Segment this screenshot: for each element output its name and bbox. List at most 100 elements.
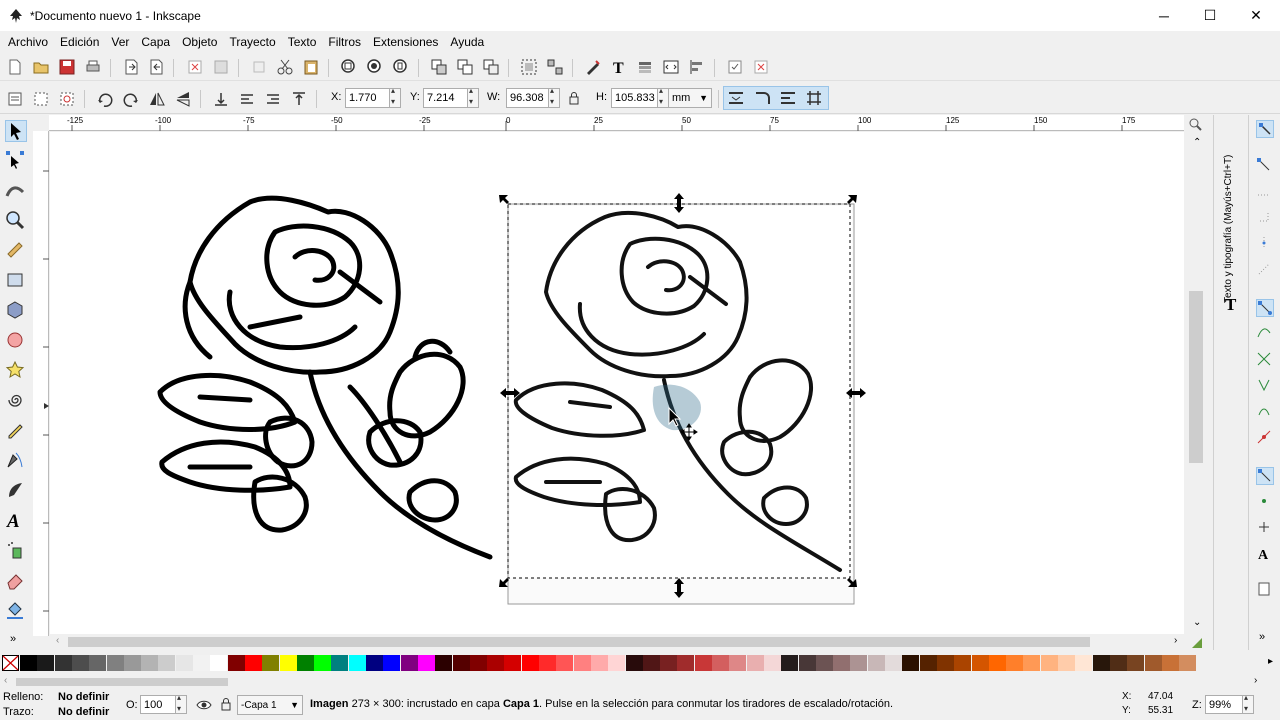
snap-object-center-button[interactable] xyxy=(1256,493,1274,511)
unlink-clone-icon[interactable] xyxy=(482,58,500,76)
lower-to-bottom-icon[interactable] xyxy=(212,90,230,108)
horizontal-scrollbar[interactable]: ‹ › xyxy=(50,634,1186,650)
lower-icon[interactable] xyxy=(238,90,256,108)
menu-filtros[interactable]: Filtros xyxy=(322,31,367,53)
color-swatch[interactable] xyxy=(1058,655,1075,671)
color-swatch[interactable] xyxy=(1023,655,1041,671)
vertical-scrollbar[interactable]: ⌃ ⌄ xyxy=(1186,131,1210,636)
cut-icon[interactable] xyxy=(276,58,294,76)
color-swatch[interactable] xyxy=(435,655,453,671)
snap-bbox-mid-button[interactable] xyxy=(1256,235,1274,253)
minimize-button[interactable]: ─ xyxy=(1141,0,1187,31)
text-font-panel-tab[interactable]: Texto y tipografía (Mayús+Ctrl+T) xyxy=(1223,123,1239,303)
color-swatch[interactable] xyxy=(20,655,37,671)
color-swatch[interactable] xyxy=(54,655,72,671)
color-swatch[interactable] xyxy=(210,655,228,671)
xml-editor-icon[interactable] xyxy=(662,58,680,76)
resize-grip-icon[interactable] xyxy=(1190,636,1204,650)
spray-tool[interactable] xyxy=(5,540,27,562)
snap-others-button[interactable] xyxy=(1256,467,1274,485)
color-swatch[interactable] xyxy=(487,655,505,671)
3d-box-tool[interactable] xyxy=(5,300,27,322)
palette-scrollbar[interactable]: ‹ › xyxy=(0,675,1280,689)
document-properties-icon[interactable] xyxy=(726,58,744,76)
stroke-value[interactable]: No definir xyxy=(58,706,109,718)
color-swatch[interactable] xyxy=(331,655,349,671)
color-swatch[interactable] xyxy=(694,655,712,671)
color-swatch[interactable] xyxy=(850,655,868,671)
color-swatch[interactable] xyxy=(902,655,920,671)
raise-icon[interactable] xyxy=(264,90,282,108)
scroll-thumb[interactable] xyxy=(1189,291,1203,463)
move-patterns-icon[interactable] xyxy=(805,89,823,107)
palette-scroll-right-icon[interactable]: › xyxy=(1254,675,1257,686)
snap-text-baseline-button[interactable]: A xyxy=(1256,545,1274,563)
color-swatch[interactable] xyxy=(971,655,989,671)
layer-lock-icon[interactable] xyxy=(220,697,232,711)
drawing-canvas[interactable] xyxy=(50,132,1184,634)
open-folder-icon[interactable] xyxy=(32,58,50,76)
no-paint-swatch[interactable] xyxy=(2,655,19,671)
snap-bbox-center-button[interactable] xyxy=(1256,261,1274,279)
unit-select[interactable]: mm ▼ xyxy=(668,88,712,108)
fill-value[interactable]: No definir xyxy=(58,691,109,703)
paste-icon[interactable] xyxy=(302,58,320,76)
redo-icon[interactable] xyxy=(212,58,230,76)
zoom-drawing-icon[interactable] xyxy=(366,58,384,76)
color-swatch[interactable] xyxy=(314,655,332,671)
color-swatch[interactable] xyxy=(141,655,159,671)
palette-scroll-thumb[interactable] xyxy=(16,678,228,686)
palette-scroll-left-icon[interactable]: ‹ xyxy=(4,675,7,686)
snap-nodes-button[interactable] xyxy=(1256,299,1274,317)
color-swatch[interactable] xyxy=(279,655,297,671)
color-swatch[interactable] xyxy=(608,655,626,671)
color-swatch[interactable] xyxy=(539,655,556,671)
color-swatch[interactable] xyxy=(193,655,210,671)
ungroup-icon[interactable] xyxy=(546,58,564,76)
snap-midpoints-button[interactable] xyxy=(1256,429,1274,447)
width-input[interactable]: 96.308 xyxy=(506,88,549,108)
color-swatch[interactable] xyxy=(244,655,262,671)
menu-archivo[interactable]: Archivo xyxy=(2,31,54,53)
color-swatch[interactable] xyxy=(1075,655,1093,671)
color-swatch[interactable] xyxy=(642,655,660,671)
undo-icon[interactable] xyxy=(186,58,204,76)
color-swatch[interactable] xyxy=(763,655,781,671)
color-swatch[interactable] xyxy=(833,655,851,671)
height-input[interactable]: 105.833 xyxy=(611,88,658,108)
deselect-icon[interactable] xyxy=(58,90,76,108)
color-swatch[interactable] xyxy=(677,655,695,671)
scroll-up-icon[interactable]: ⌃ xyxy=(1193,137,1201,148)
color-swatch[interactable] xyxy=(175,655,193,671)
zoom-spinner[interactable] xyxy=(1243,693,1254,714)
color-swatch[interactable] xyxy=(1127,655,1145,671)
color-swatch[interactable] xyxy=(1144,655,1162,671)
scroll-thumb[interactable] xyxy=(68,637,1090,647)
scroll-left-icon[interactable]: ‹ xyxy=(56,635,59,646)
group-icon[interactable] xyxy=(520,58,538,76)
calligraphy-tool[interactable] xyxy=(5,480,27,502)
color-swatch[interactable] xyxy=(885,655,902,671)
color-swatch[interactable] xyxy=(1092,655,1110,671)
zoom-tool[interactable] xyxy=(5,210,27,232)
scroll-down-icon[interactable]: ⌄ xyxy=(1193,617,1201,628)
copy-icon[interactable] xyxy=(250,58,268,76)
color-swatch[interactable] xyxy=(262,655,280,671)
color-swatch[interactable] xyxy=(660,655,678,671)
select-all-icon[interactable] xyxy=(6,90,24,108)
pen-tool[interactable] xyxy=(5,450,27,472)
menu-trayecto[interactable]: Trayecto xyxy=(223,31,281,53)
x-spinner[interactable] xyxy=(390,86,401,108)
scroll-right-icon[interactable]: › xyxy=(1174,635,1177,646)
snap-rotation-center-button[interactable] xyxy=(1256,519,1274,537)
import-icon[interactable] xyxy=(122,58,140,76)
color-swatch[interactable] xyxy=(625,655,643,671)
color-swatch[interactable] xyxy=(798,655,816,671)
duplicate-icon[interactable] xyxy=(430,58,448,76)
color-swatch[interactable] xyxy=(417,655,435,671)
color-swatch[interactable] xyxy=(71,655,89,671)
color-swatch[interactable] xyxy=(1179,655,1197,671)
color-swatch[interactable] xyxy=(781,655,799,671)
color-swatch[interactable] xyxy=(452,655,470,671)
spiral-tool[interactable] xyxy=(5,390,27,412)
